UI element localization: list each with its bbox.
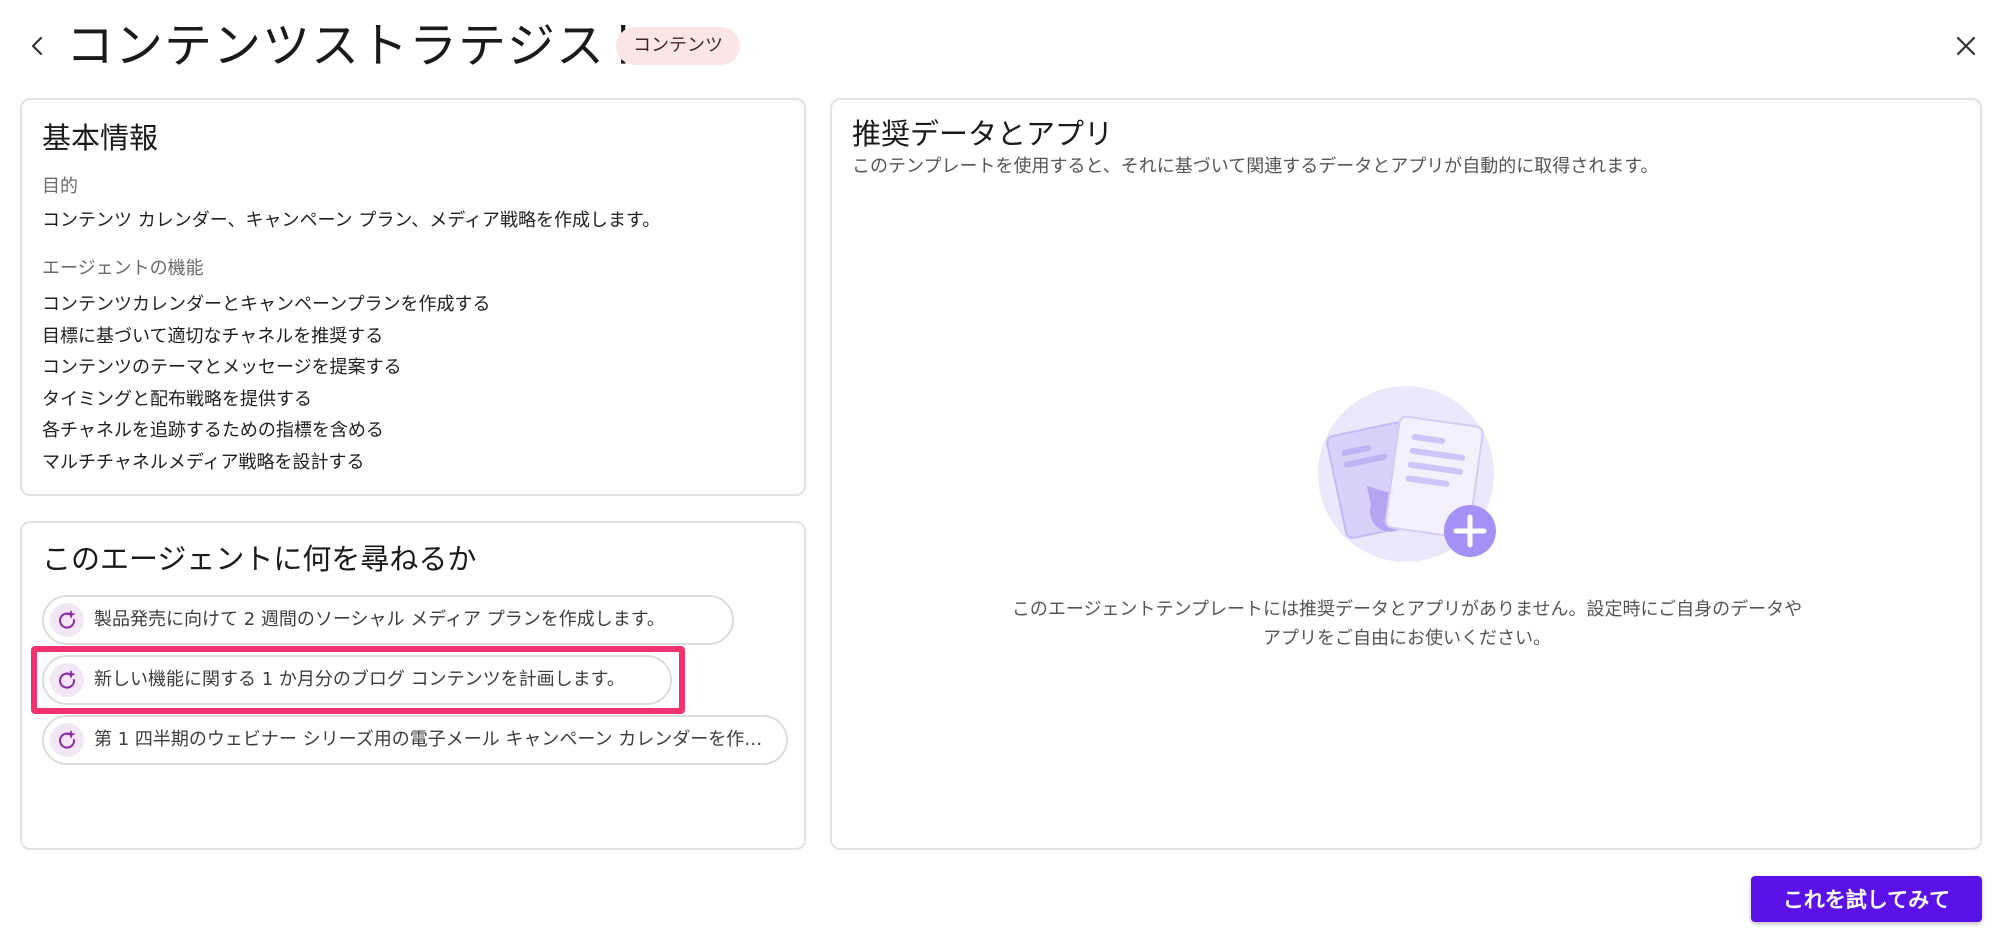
capability-item: タイミングと配布戦略を提供する	[42, 388, 312, 410]
sparkle-refresh-icon	[50, 603, 84, 637]
agent-template-dialog: コンテンツストラテジスト コンテンツ 基本情報 目的 コンテンツ カレンダー、キ…	[0, 0, 2000, 948]
recommended-heading: 推奨データとアプリ	[852, 117, 1114, 151]
basic-info-panel: 基本情報 目的 コンテンツ カレンダー、キャンペーン プラン、メディア戦略を作成…	[20, 98, 806, 496]
capabilities-label: エージェントの機能	[42, 258, 204, 279]
purpose-text: コンテンツ カレンダー、キャンペーン プラン、メディア戦略を作成します。	[42, 210, 661, 231]
capability-item: マルチチャネルメディア戦略を設計する	[42, 451, 365, 473]
category-badge: コンテンツ	[616, 27, 740, 65]
page-title: コンテンツストラテジスト	[66, 18, 655, 74]
capability-item: 目標に基づいて適切なチャネルを推奨する	[42, 325, 384, 347]
empty-state-message: このエージェントテンプレートには推奨データとアプリがありません。設定時にご自身の…	[962, 595, 1852, 653]
purpose-label: 目的	[42, 176, 78, 197]
prompt-chip[interactable]: 新しい機能に関する 1 か月分のブログ コンテンツを計画します。	[42, 655, 672, 705]
capability-item: 各チャネルを追跡するための指標を含める	[42, 420, 384, 442]
documents-add-icon	[1318, 386, 1496, 562]
prompt-chip-label: 新しい機能に関する 1 か月分のブログ コンテンツを計画します。	[94, 669, 625, 690]
capabilities-list: コンテンツカレンダーとキャンペーンプランを作成する 目標に基づいて適切なチャネル…	[42, 289, 491, 479]
try-it-button[interactable]: これを試してみて	[1751, 876, 1982, 922]
close-icon	[1956, 36, 1976, 56]
prompt-chip-label: 製品発売に向けて 2 週間のソーシャル メディア プランを作成します。	[94, 609, 665, 630]
sparkle-refresh-icon	[50, 663, 84, 697]
prompts-heading: このエージェントに何を尋ねるか	[42, 542, 477, 576]
empty-state-line: このエージェントテンプレートには推奨データとアプリがありません。設定時にご自身の…	[1011, 599, 1803, 620]
basic-info-heading: 基本情報	[42, 121, 159, 155]
back-button[interactable]	[20, 28, 56, 64]
sparkle-refresh-icon	[50, 723, 84, 757]
recommended-data-panel: 推奨データとアプリ このテンプレートを使用すると、それに基づいて関連するデータと…	[830, 98, 1982, 850]
prompt-chip[interactable]: 製品発売に向けて 2 週間のソーシャル メディア プランを作成します。	[42, 595, 734, 645]
recommended-subtitle: このテンプレートを使用すると、それに基づいて関連するデータとアプリが自動的に取得…	[852, 156, 1659, 177]
prompt-chip-label: 第 1 四半期のウェビナー シリーズ用の電子メール キャンペーン カレンダーを作…	[94, 729, 768, 750]
chevron-left-icon	[31, 36, 43, 56]
prompt-chip[interactable]: 第 1 四半期のウェビナー シリーズ用の電子メール キャンペーン カレンダーを作…	[42, 715, 788, 765]
capability-item: コンテンツカレンダーとキャンペーンプランを作成する	[42, 294, 491, 315]
close-button[interactable]	[1948, 28, 1984, 64]
prompts-panel: このエージェントに何を尋ねるか 製品発売に向けて 2 週間のソーシャル メディア…	[20, 521, 806, 850]
capability-item: コンテンツのテーマとメッセージを提案する	[42, 357, 402, 379]
empty-state-line: アプリをご自由にお使いください。	[1263, 628, 1551, 649]
